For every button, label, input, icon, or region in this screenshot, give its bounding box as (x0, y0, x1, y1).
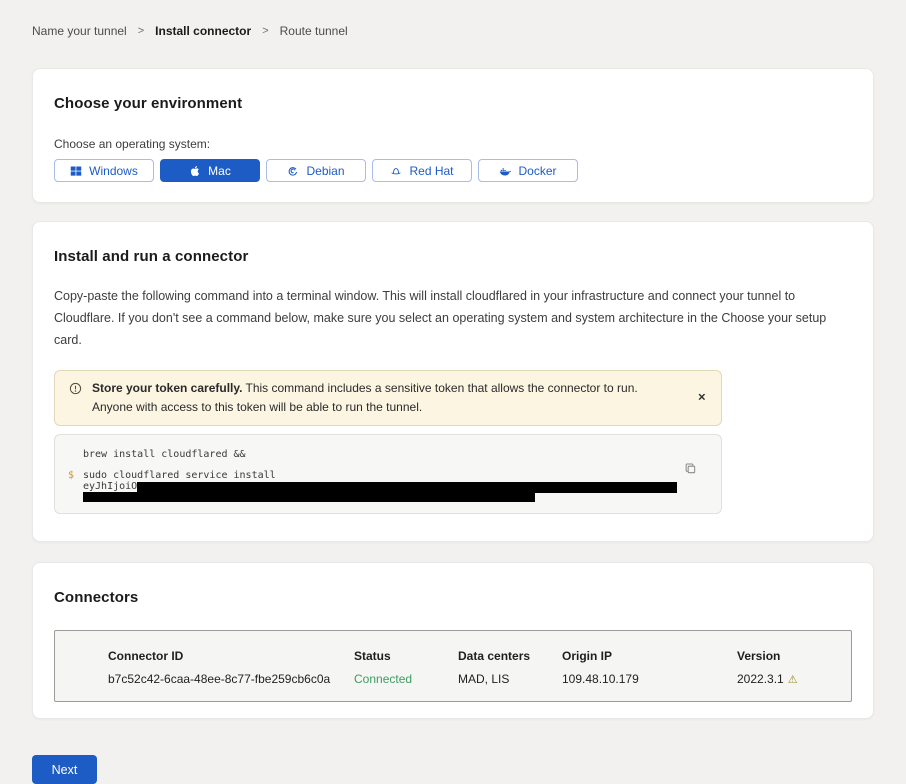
redaction-bar (83, 492, 535, 502)
version-warning-icon[interactable]: ⚠ (788, 674, 798, 686)
os-button-label: Docker (518, 164, 556, 178)
connectors-table: Connector ID Status Data centers Origin … (54, 630, 852, 702)
docker-whale-icon (499, 165, 511, 177)
next-button[interactable]: Next (32, 755, 97, 784)
install-command-code-block[interactable]: brew install cloudflared && $ sudo cloud… (54, 434, 722, 514)
os-button-group: Windows Mac Debian Red Hat (54, 159, 852, 182)
connector-id-value: b7c52c42-6caa-48ee-8c77-fbe259cb6c0a (108, 672, 354, 686)
code-line-sudo: sudo cloudflared service install (83, 470, 677, 481)
choose-environment-card: Choose your environment Choose an operat… (32, 68, 874, 203)
close-icon[interactable]: ✕ (696, 390, 708, 405)
table-header-row: Connector ID Status Data centers Origin … (108, 649, 851, 663)
origin-ip-value: 109.48.10.179 (562, 672, 737, 686)
column-header-connector-id: Connector ID (108, 649, 354, 663)
info-circle-icon (69, 382, 82, 395)
breadcrumb-separator: > (138, 25, 144, 37)
os-button-docker[interactable]: Docker (478, 159, 578, 182)
status-badge: Connected (354, 672, 458, 686)
install-connector-card: Install and run a connector Copy-paste t… (32, 221, 874, 542)
table-row: b7c52c42-6caa-48ee-8c77-fbe259cb6c0a Con… (108, 672, 851, 686)
version-number: 2022.3.1 (737, 672, 784, 686)
os-button-label: Red Hat (409, 164, 453, 178)
install-command: sudo cloudflared service install eyJhIjo… (83, 470, 677, 503)
redhat-fedora-icon (390, 165, 402, 177)
column-header-data-centers: Data centers (458, 649, 562, 663)
connectors-card: Connectors Connector ID Status Data cent… (32, 562, 874, 719)
token-warning-text: Store your token carefully.This command … (92, 379, 707, 417)
breadcrumb-install-connector[interactable]: Install connector (155, 24, 251, 38)
os-button-windows[interactable]: Windows (54, 159, 154, 182)
connectors-card-title: Connectors (54, 589, 852, 606)
version-value: 2022.3.1 ⚠ (737, 672, 851, 686)
token-prefix: eyJhIjoiO (83, 481, 137, 492)
install-card-title: Install and run a connector (54, 248, 852, 265)
data-centers-value: MAD, LIS (458, 672, 562, 686)
debian-swirl-icon (287, 165, 299, 177)
install-card-description: Copy-paste the following command into a … (54, 286, 850, 352)
token-warning-banner: Store your token carefully.This command … (54, 370, 722, 426)
code-line-brew: brew install cloudflared && (83, 449, 246, 460)
os-button-label: Debian (306, 164, 344, 178)
shell-prompt: $ (68, 470, 83, 503)
os-button-mac[interactable]: Mac (160, 159, 260, 182)
breadcrumb-separator: > (262, 25, 268, 37)
breadcrumb-route-tunnel[interactable]: Route tunnel (280, 24, 348, 38)
windows-logo-icon (70, 165, 82, 177)
apple-logo-icon (189, 165, 201, 177)
column-header-version: Version (737, 649, 851, 663)
os-button-debian[interactable]: Debian (266, 159, 366, 182)
os-select-label: Choose an operating system: (54, 137, 852, 151)
tunnel-setup-page: Name your tunnel > Install connector > R… (0, 0, 906, 719)
breadcrumb: Name your tunnel > Install connector > R… (32, 24, 874, 38)
os-button-label: Windows (89, 164, 138, 178)
copy-icon[interactable] (684, 462, 697, 475)
breadcrumb-name-your-tunnel[interactable]: Name your tunnel (32, 24, 127, 38)
os-button-redhat[interactable]: Red Hat (372, 159, 472, 182)
os-button-label: Mac (208, 164, 231, 178)
column-header-origin-ip: Origin IP (562, 649, 737, 663)
redaction-bar (137, 482, 677, 493)
warning-title: Store your token carefully. (92, 381, 243, 395)
environment-card-title: Choose your environment (54, 95, 852, 112)
column-header-status: Status (354, 649, 458, 663)
